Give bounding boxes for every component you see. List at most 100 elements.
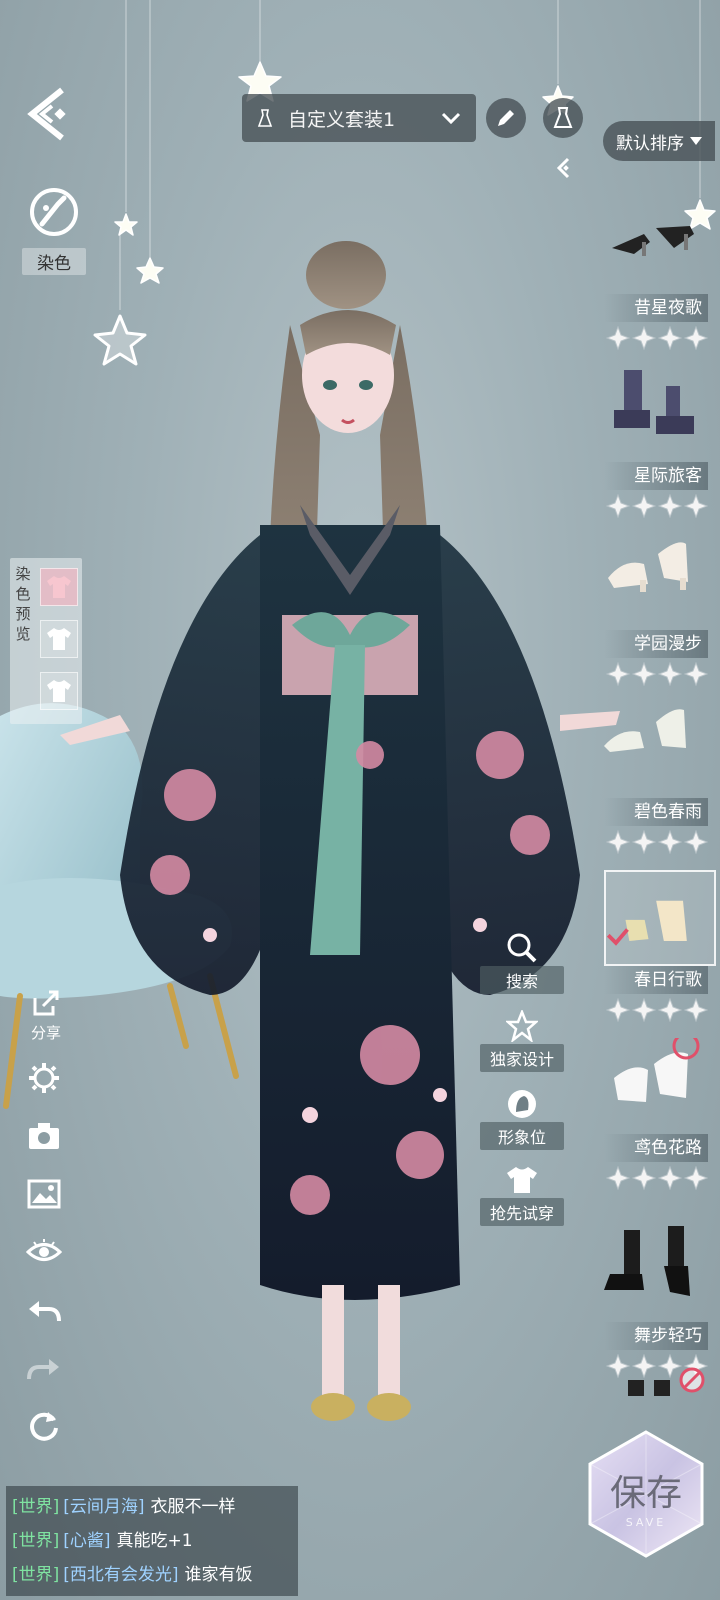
chat-channel: [世界] bbox=[12, 1497, 60, 1517]
image-slot-label: 形象位 bbox=[480, 1122, 564, 1150]
outfit-dress-icon bbox=[257, 109, 273, 127]
bow-heels-thumb bbox=[614, 1038, 700, 1102]
rating-stars bbox=[606, 326, 714, 352]
dye-preview-panel: 染色预览 bbox=[10, 558, 82, 724]
item-card[interactable]: 鸢色花路 bbox=[604, 1038, 716, 1208]
dye-button[interactable]: 染色 bbox=[22, 186, 86, 275]
boots-black-thumb bbox=[604, 1226, 690, 1296]
gear-icon bbox=[29, 1063, 59, 1093]
rating-star-icon bbox=[606, 326, 630, 350]
try-on-button[interactable]: 抢先试穿 bbox=[480, 1162, 564, 1226]
image-slot-button[interactable]: 形象位 bbox=[480, 1086, 564, 1150]
rating-star-icon bbox=[684, 326, 708, 350]
rating-star-icon bbox=[658, 998, 682, 1022]
rating-star-icon bbox=[658, 1166, 682, 1190]
eye-icon bbox=[26, 1239, 62, 1261]
share-icon bbox=[33, 990, 59, 1016]
settings-button[interactable] bbox=[24, 1058, 64, 1098]
undo-icon bbox=[29, 1301, 61, 1322]
try-on-label: 抢先试穿 bbox=[480, 1198, 564, 1226]
item-name: 星际旅客 bbox=[604, 462, 708, 490]
chat-text: 衣服不一样 bbox=[150, 1497, 236, 1517]
chat-text: 真能吃+1 bbox=[116, 1531, 193, 1551]
shirt-icon bbox=[47, 680, 71, 702]
collapse-panel-icon[interactable] bbox=[554, 156, 574, 180]
rating-star-icon bbox=[632, 998, 656, 1022]
dress-icon bbox=[553, 107, 573, 128]
next-item-thumb-partial[interactable] bbox=[624, 1366, 712, 1406]
outfit-name: 自定义套装1 bbox=[288, 108, 396, 131]
sort-label: 默认排序 bbox=[616, 133, 684, 154]
rating-star-icon bbox=[632, 830, 656, 854]
rename-outfit-button[interactable] bbox=[486, 98, 526, 138]
rating-star-icon bbox=[684, 998, 708, 1022]
item-card[interactable]: 昔星夜歌 bbox=[604, 198, 716, 368]
rating-star-icon bbox=[606, 830, 630, 854]
dye-label: 染色 bbox=[22, 248, 86, 275]
chat-message: [世界] [心酱] 真能吃+1 bbox=[12, 1524, 292, 1558]
search-button[interactable]: 搜索 bbox=[480, 930, 564, 994]
character-model[interactable] bbox=[60, 235, 620, 1435]
item-name: 舞步轻巧 bbox=[604, 1322, 708, 1350]
star-icon bbox=[506, 1010, 538, 1042]
item-card[interactable]: 星际旅客 bbox=[604, 366, 716, 536]
exclusive-design-button[interactable]: 独家设计 bbox=[480, 1008, 564, 1072]
rating-star-icon bbox=[632, 494, 656, 518]
heels-white-thumb bbox=[604, 709, 686, 752]
item-name: 春日行歌 bbox=[604, 966, 708, 994]
chat-message: [世界] [云间月海] 衣服不一样 bbox=[12, 1490, 292, 1524]
dye-preview-slot-1[interactable] bbox=[40, 568, 78, 606]
hide-ui-button[interactable] bbox=[24, 1232, 64, 1272]
chat-user[interactable]: [云间月海] bbox=[63, 1497, 144, 1517]
share-button[interactable]: 分享 bbox=[24, 988, 68, 1043]
item-name: 学园漫步 bbox=[604, 630, 708, 658]
world-chat-panel[interactable]: [世界] [云间月海] 衣服不一样 [世界] [心酱] 真能吃+1 [世界] [西北有会发… bbox=[6, 1486, 298, 1596]
chat-message: [世界] [西北有会发光] 谁家有饭 bbox=[12, 1558, 292, 1592]
sort-dropdown[interactable]: 默认排序 bbox=[603, 121, 715, 161]
dye-preview-label: 染色预览 bbox=[15, 565, 31, 643]
redo-button[interactable] bbox=[24, 1348, 64, 1388]
camera-button[interactable] bbox=[24, 1116, 64, 1156]
chat-user[interactable]: [西北有会发光] bbox=[63, 1565, 178, 1585]
back-arrow-icon[interactable] bbox=[22, 86, 74, 142]
item-card[interactable]: 学园漫步 bbox=[604, 534, 716, 704]
chat-user[interactable]: [心酱] bbox=[63, 1531, 110, 1551]
rating-star-icon bbox=[658, 830, 682, 854]
rating-stars bbox=[606, 1166, 714, 1192]
refresh-icon bbox=[30, 1412, 58, 1441]
rating-stars bbox=[606, 998, 714, 1024]
dye-preview-slot-3[interactable] bbox=[40, 672, 78, 710]
rating-star-icon bbox=[658, 326, 682, 350]
rating-stars bbox=[606, 494, 714, 520]
caret-down-icon bbox=[690, 137, 702, 145]
rating-star-icon bbox=[684, 1166, 708, 1190]
undo-button[interactable] bbox=[24, 1290, 64, 1330]
pencil-icon bbox=[498, 110, 514, 126]
item-name: 昔星夜歌 bbox=[604, 294, 708, 322]
exclusive-design-label: 独家设计 bbox=[480, 1044, 564, 1072]
outfit-list-button[interactable] bbox=[543, 98, 583, 138]
rating-star-icon bbox=[658, 662, 682, 686]
save-sublabel: SAVE bbox=[625, 1516, 667, 1529]
rating-star-icon bbox=[684, 494, 708, 518]
reset-button[interactable] bbox=[24, 1406, 64, 1446]
search-label: 搜索 bbox=[480, 966, 564, 994]
rating-star-icon bbox=[684, 830, 708, 854]
search-icon bbox=[507, 933, 537, 963]
rating-star-icon bbox=[632, 662, 656, 686]
rating-star-icon bbox=[606, 662, 630, 686]
item-card[interactable]: 碧色春雨 bbox=[604, 702, 716, 872]
outfit-selector[interactable]: 自定义套装1 bbox=[242, 94, 476, 142]
dye-preview-slot-2[interactable] bbox=[40, 620, 78, 658]
save-button[interactable]: 保存 SAVE bbox=[580, 1428, 712, 1560]
boots-purple-thumb bbox=[614, 370, 694, 434]
item-card-selected[interactable]: 春日行歌 bbox=[604, 870, 716, 1040]
portrait-icon bbox=[508, 1090, 536, 1118]
palette-brush-icon bbox=[30, 188, 78, 236]
rating-star-icon bbox=[632, 326, 656, 350]
rating-star-icon bbox=[684, 662, 708, 686]
background-button[interactable] bbox=[24, 1174, 64, 1214]
tshirt-icon bbox=[507, 1167, 537, 1193]
rating-star-icon bbox=[632, 1166, 656, 1190]
rating-star-icon bbox=[606, 998, 630, 1022]
